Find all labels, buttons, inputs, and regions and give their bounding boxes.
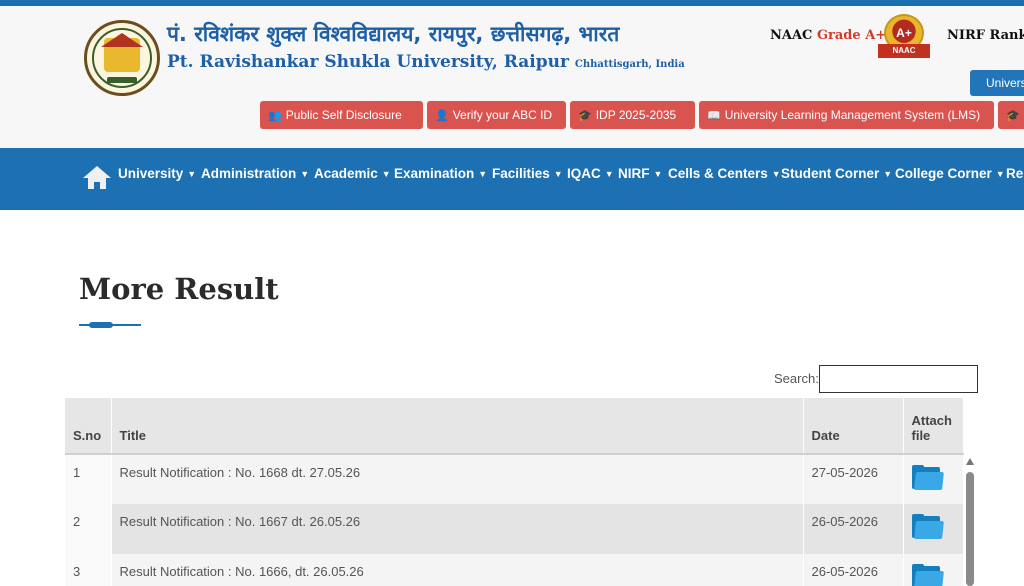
quick-link-label: University Learning Management System (L… bbox=[724, 108, 981, 122]
column-header-sno[interactable]: S.no bbox=[65, 398, 112, 455]
chevron-down-icon: ▼ bbox=[995, 169, 1005, 179]
university-name: Pt. Ravishankar Shukla University, Raipu… bbox=[167, 52, 569, 72]
row-title: Result Notification : No. 1666, dt. 26.0… bbox=[111, 554, 804, 586]
naac-label: NAAC bbox=[770, 28, 813, 43]
table-row: 3 Result Notification : No. 1666, dt. 26… bbox=[65, 554, 964, 586]
chevron-down-icon: ▼ bbox=[771, 169, 781, 179]
logo-base bbox=[107, 77, 137, 83]
scroll-up-arrow-icon[interactable] bbox=[966, 458, 974, 465]
folder-icon[interactable] bbox=[911, 564, 944, 586]
university-state: Chhattisgarh, India bbox=[574, 59, 685, 70]
row-attachment bbox=[903, 554, 964, 586]
university-logo[interactable] bbox=[84, 20, 160, 96]
quick-link-label: Verify your ABC ID bbox=[452, 108, 553, 122]
search-label: Search: bbox=[774, 371, 819, 386]
nav-item-iqac[interactable]: IQAC ▼ bbox=[567, 166, 614, 181]
naac-badge-icon: A+ NAAC bbox=[878, 14, 930, 60]
table-scrollbar[interactable] bbox=[964, 456, 976, 586]
nav-label: University bbox=[118, 166, 184, 181]
title-underline bbox=[79, 322, 141, 328]
column-header-date[interactable]: Date bbox=[803, 398, 904, 455]
row-date: 27-05-2026 bbox=[803, 454, 904, 504]
cap-icon: 🎓 bbox=[578, 110, 592, 122]
chevron-down-icon: ▼ bbox=[553, 169, 563, 179]
nav-label: Facilities bbox=[492, 166, 550, 181]
chevron-down-icon: ▼ bbox=[300, 169, 310, 179]
nav-label: Re bbox=[1006, 166, 1024, 181]
chevron-down-icon: ▼ bbox=[478, 169, 488, 179]
nav-label: Academic bbox=[314, 166, 378, 181]
folder-icon[interactable] bbox=[911, 514, 944, 540]
table-header-row: S.no Title Date Attach file bbox=[65, 398, 964, 455]
row-title: Result Notification : No. 1667 dt. 26.05… bbox=[111, 504, 804, 554]
folder-icon[interactable] bbox=[911, 465, 944, 491]
nav-item-college-corner[interactable]: College Corner ▼ bbox=[895, 166, 1005, 181]
nav-item-cells-centers[interactable]: Cells & Centers ▼ bbox=[668, 166, 781, 181]
nav-label: NIRF bbox=[618, 166, 650, 181]
nav-label: Examination bbox=[394, 166, 475, 181]
nav-item-student-corner[interactable]: Student Corner ▼ bbox=[781, 166, 892, 181]
row-sno: 1 bbox=[65, 454, 112, 504]
nav-item-examination[interactable]: Examination ▼ bbox=[394, 166, 487, 181]
nav-item-university[interactable]: University ▼ bbox=[118, 166, 196, 181]
search-input[interactable] bbox=[819, 365, 978, 393]
row-date: 26-05-2026 bbox=[803, 504, 904, 554]
chevron-down-icon: ▼ bbox=[604, 169, 614, 179]
quick-link-lms[interactable]: 📖 University Learning Management System (… bbox=[699, 101, 994, 129]
row-date: 26-05-2026 bbox=[803, 554, 904, 586]
site-header: पं. रविशंकर शुक्ल विश्वविद्यालय, रायपुर,… bbox=[0, 6, 1024, 148]
quick-link-label: Public Self Disclosure bbox=[285, 108, 402, 122]
nav-item-administration[interactable]: Administration ▼ bbox=[201, 166, 309, 181]
column-header-attach-file[interactable]: Attach file bbox=[903, 398, 964, 455]
user-icon: 👤 bbox=[435, 110, 449, 122]
nirf-ranking-text: NIRF Ranke bbox=[947, 28, 1024, 43]
chevron-down-icon: ▼ bbox=[187, 169, 197, 179]
nav-item-academic[interactable]: Academic ▼ bbox=[314, 166, 391, 181]
naac-grade-text: NAAC Grade A+ bbox=[770, 28, 886, 43]
chevron-down-icon: ▼ bbox=[381, 169, 391, 179]
nav-item-nirf[interactable]: NIRF ▼ bbox=[618, 166, 662, 181]
row-sno: 2 bbox=[65, 504, 112, 554]
university-button[interactable]: Univers bbox=[970, 70, 1024, 96]
scrollbar-thumb[interactable] bbox=[966, 472, 974, 586]
nav-label: IQAC bbox=[567, 166, 601, 181]
nav-item-partial[interactable]: Re bbox=[1006, 166, 1023, 181]
quick-link-public-self-disclosure[interactable]: 👥 Public Self Disclosure bbox=[260, 101, 423, 129]
table-row: 2 Result Notification : No. 1667 dt. 26.… bbox=[65, 504, 964, 554]
book-icon: 📖 bbox=[707, 110, 721, 122]
nav-label: Administration bbox=[201, 166, 297, 181]
row-attachment bbox=[903, 504, 964, 554]
nav-item-facilities[interactable]: Facilities ▼ bbox=[492, 166, 563, 181]
home-icon[interactable] bbox=[83, 166, 111, 190]
table-row: 1 Result Notification : No. 1668 dt. 27.… bbox=[65, 454, 964, 504]
chevron-down-icon: ▼ bbox=[653, 169, 663, 179]
university-title-english: Pt. Ravishankar Shukla University, Raipu… bbox=[167, 52, 685, 72]
row-title: Result Notification : No. 1668 dt. 27.05… bbox=[111, 454, 804, 504]
naac-ribbon: NAAC bbox=[878, 44, 930, 58]
nav-label: Student Corner bbox=[781, 166, 880, 181]
quick-link-idp[interactable]: 🎓 IDP 2025-2035 bbox=[570, 101, 695, 129]
nav-label: Cells & Centers bbox=[668, 166, 768, 181]
quick-link-partial[interactable]: 🎓 bbox=[998, 101, 1024, 129]
results-table: S.no Title Date Attach file 1 Result Not… bbox=[65, 398, 964, 586]
cap-icon: 🎓 bbox=[1006, 110, 1020, 122]
users-icon: 👥 bbox=[268, 110, 282, 122]
main-navigation: University ▼ Administration ▼ Academic ▼ Ex… bbox=[0, 148, 1024, 210]
page-title: More Result bbox=[79, 272, 279, 306]
naac-grade: Grade A+ bbox=[816, 28, 887, 43]
row-sno: 3 bbox=[65, 554, 112, 586]
quick-link-label: IDP 2025-2035 bbox=[595, 108, 677, 122]
row-attachment bbox=[903, 454, 964, 504]
column-header-title[interactable]: Title bbox=[111, 398, 804, 455]
university-title-hindi: पं. रविशंकर शुक्ल विश्वविद्यालय, रायपुर,… bbox=[167, 22, 620, 46]
quick-link-verify-abc-id[interactable]: 👤 Verify your ABC ID bbox=[427, 101, 566, 129]
chevron-down-icon: ▼ bbox=[883, 169, 893, 179]
logo-roof bbox=[101, 33, 143, 47]
nav-label: College Corner bbox=[895, 166, 992, 181]
